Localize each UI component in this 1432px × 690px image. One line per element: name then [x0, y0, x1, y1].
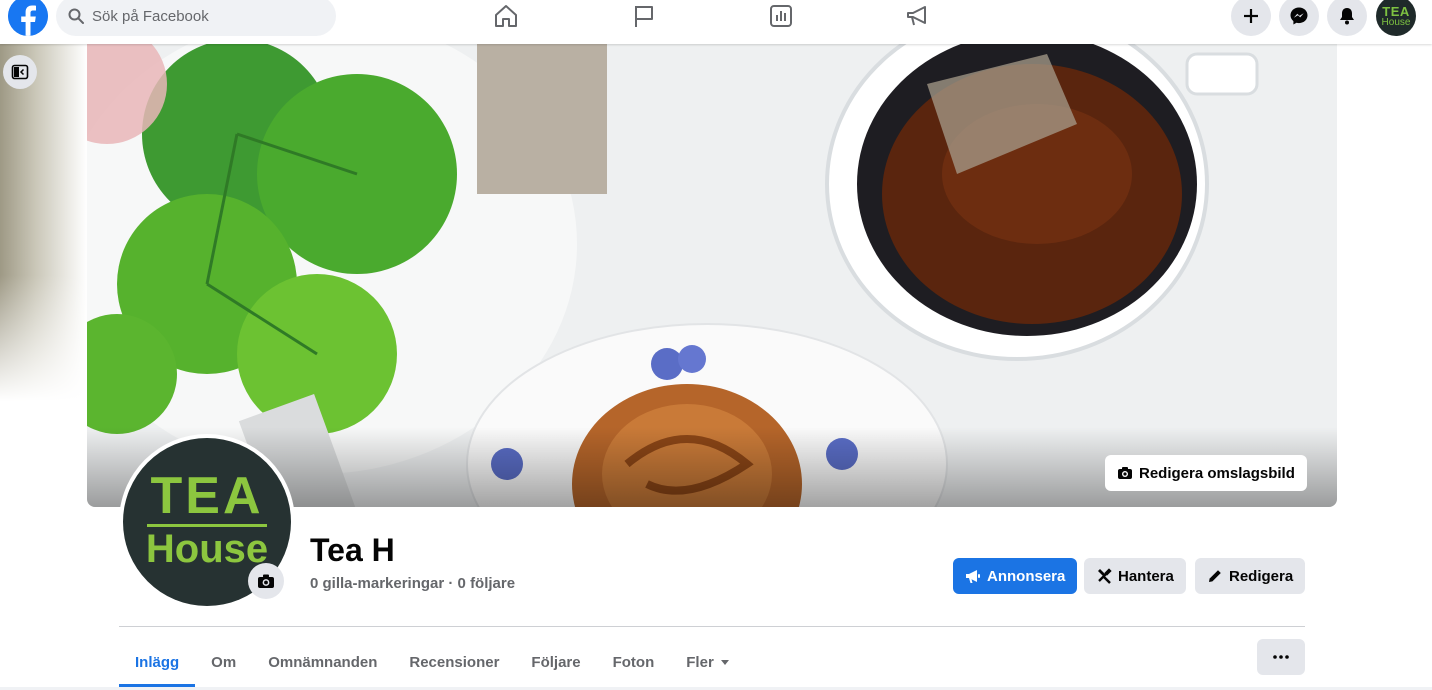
facebook-logo-icon[interactable] [8, 0, 48, 36]
page-stats[interactable]: 0 gilla-markeringar · 0 följare [310, 575, 515, 592]
camera-icon [258, 574, 274, 588]
tab-label: Inlägg [135, 653, 180, 671]
search-input[interactable] [92, 7, 312, 25]
create-button[interactable] [1231, 0, 1271, 36]
logo-text-bottom: House [145, 526, 269, 571]
edit-page-label: Redigera [1229, 567, 1294, 585]
notifications-button[interactable] [1327, 0, 1367, 36]
tab-label: Omnämnanden [268, 653, 378, 671]
insights-icon[interactable] [767, 2, 795, 30]
cover-blur-fade [0, 44, 87, 464]
account-avatar[interactable]: TEA House [1376, 0, 1416, 36]
sidebar-toggle-icon [11, 64, 29, 80]
tab-label: Recensioner [409, 653, 500, 671]
caret-down-icon [720, 660, 729, 665]
pencil-icon [1209, 570, 1221, 582]
more-dots-icon [1273, 655, 1289, 659]
logo-text-top: TEA [150, 466, 264, 525]
megaphone-icon [966, 570, 980, 583]
tab-label: Följare [531, 653, 581, 671]
tab-reviews[interactable]: Recensioner [393, 638, 515, 686]
tab-posts[interactable]: Inlägg [119, 638, 196, 687]
messenger-button[interactable] [1279, 0, 1319, 36]
home-icon[interactable] [492, 2, 520, 30]
manage-button[interactable]: Hantera [1084, 558, 1186, 594]
megaphone-icon[interactable] [904, 2, 932, 30]
plus-icon [1244, 9, 1258, 23]
search-bar[interactable] [56, 0, 336, 36]
bell-icon [1340, 8, 1354, 25]
avatar-logo-bottom: House [1381, 16, 1411, 28]
advertise-label: Annonsera [987, 567, 1066, 585]
cover-photo: Redigera omslagsbild [87, 44, 1337, 507]
messenger-icon [1290, 7, 1308, 25]
tools-icon [1098, 568, 1112, 584]
sidebar-toggle-button[interactable] [3, 55, 37, 89]
edit-cover-label: Redigera omslagsbild [1139, 464, 1295, 482]
profile-divider [119, 626, 1305, 627]
tab-label: Fler [686, 653, 714, 671]
more-options-button[interactable] [1257, 639, 1305, 675]
flag-icon[interactable] [630, 2, 658, 30]
camera-icon [1118, 467, 1132, 479]
tab-label: Om [211, 653, 237, 671]
top-navigation-bar: TEA House [0, 0, 1432, 44]
edit-page-button[interactable]: Redigera [1195, 558, 1306, 594]
search-icon [68, 8, 84, 24]
manage-label: Hantera [1118, 567, 1174, 585]
tab-label: Foton [612, 653, 655, 671]
page-title: Tea H [310, 532, 395, 568]
advertise-button[interactable]: Annonsera [953, 558, 1078, 594]
edit-profile-picture-button[interactable] [248, 563, 284, 599]
tab-about[interactable]: Om [195, 638, 252, 686]
edit-cover-photo-button[interactable]: Redigera omslagsbild [1105, 455, 1307, 491]
tab-photos[interactable]: Foton [597, 638, 671, 686]
tab-followers[interactable]: Följare [515, 638, 596, 686]
avatar-logo-top: TEA [1382, 3, 1410, 19]
tab-more[interactable]: Fler [670, 638, 746, 686]
page-tabs: Inlägg Om Omnämnanden Recensioner Följar… [119, 638, 746, 690]
tab-mentions[interactable]: Omnämnanden [252, 638, 393, 686]
